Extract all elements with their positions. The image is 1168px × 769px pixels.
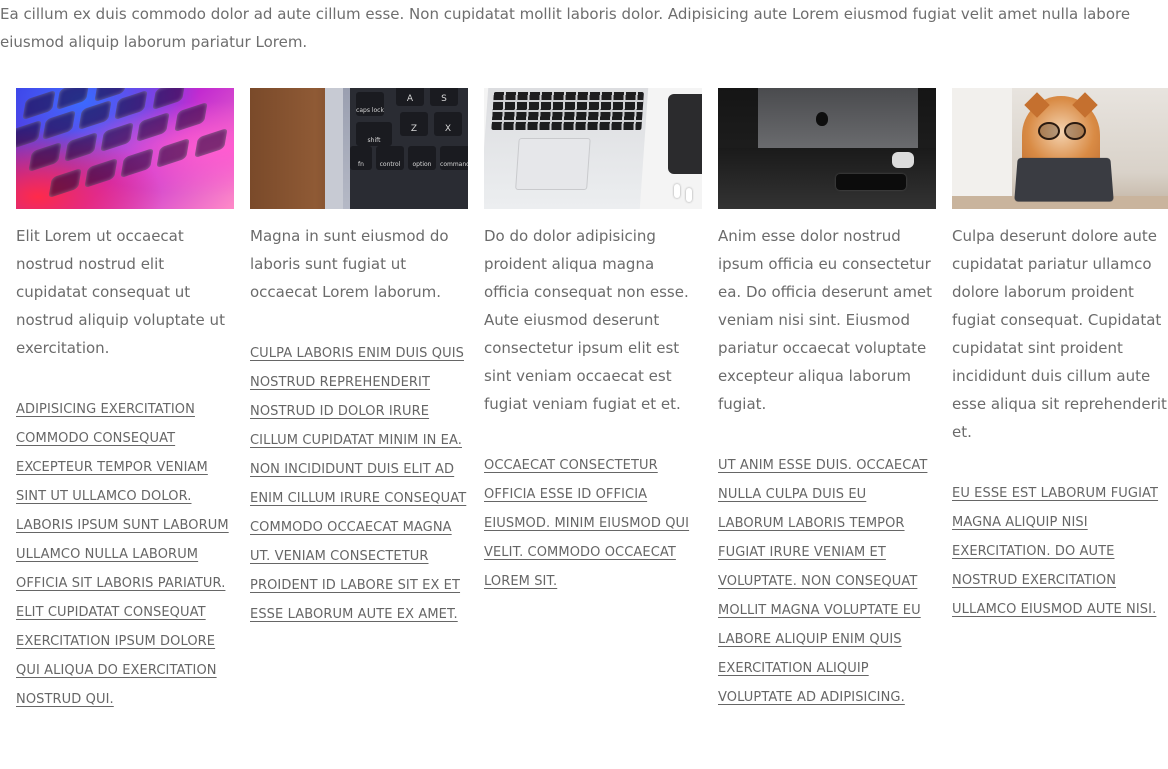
key-shift: shift bbox=[356, 122, 392, 146]
key-shape bbox=[64, 131, 98, 163]
key-shape bbox=[114, 89, 148, 121]
key-shape bbox=[78, 99, 112, 131]
key-shape bbox=[16, 119, 42, 151]
monitor bbox=[758, 88, 918, 148]
laptop-keyboard-rows bbox=[491, 92, 644, 130]
trackpad bbox=[515, 138, 591, 190]
earbud bbox=[686, 188, 692, 202]
tablet bbox=[1014, 157, 1114, 202]
earbuds-case bbox=[892, 152, 914, 168]
key-command: command bbox=[440, 146, 468, 170]
key-a: A bbox=[396, 88, 424, 106]
apple-logo-icon bbox=[816, 112, 828, 126]
keyboard-glow-image bbox=[16, 88, 234, 209]
card-description: Elit Lorem ut occaecat nostrud nostrud e… bbox=[16, 227, 225, 357]
key-shape bbox=[156, 137, 190, 169]
key-control: control bbox=[376, 146, 404, 170]
card: caps lock A S shift Z X fn control optio… bbox=[250, 88, 468, 714]
dark-desk-imac-image bbox=[718, 88, 936, 209]
card: Do do dolor adipisicing proident aliqua … bbox=[484, 88, 702, 714]
card-description: Do do dolor adipisicing proident aliqua … bbox=[484, 227, 689, 413]
white-laptop-image bbox=[484, 88, 702, 209]
card: Anim esse dolor nostrud ipsum officia eu… bbox=[718, 88, 936, 714]
window-light bbox=[952, 88, 1012, 209]
card-link[interactable]: Ut anim esse duis. Occaecat nulla culpa … bbox=[718, 451, 936, 712]
key-s: S bbox=[430, 88, 458, 106]
key-shape bbox=[152, 88, 186, 111]
card-description: Anim esse dolor nostrud ipsum officia eu… bbox=[718, 227, 933, 413]
glasses-lens bbox=[1038, 122, 1060, 140]
earbud bbox=[674, 184, 680, 198]
key-shape bbox=[100, 121, 134, 153]
key-caps-lock: caps lock bbox=[356, 92, 384, 116]
card-grid: Elit Lorem ut occaecat nostrud nostrud e… bbox=[16, 88, 1168, 714]
card-link[interactable]: Adipisicing exercitation commodo consequ… bbox=[16, 395, 234, 714]
laptop-body bbox=[484, 88, 649, 209]
glasses-lens bbox=[1064, 122, 1086, 140]
phone bbox=[836, 174, 906, 190]
card-description: Culpa deserunt dolore aute cupidatat par… bbox=[952, 227, 1167, 441]
key-shape bbox=[194, 127, 228, 159]
card-link[interactable]: Eu esse est laborum fugiat magna aliquip… bbox=[952, 479, 1168, 624]
key-shape bbox=[28, 141, 62, 173]
key-shape bbox=[120, 147, 154, 179]
key-shape bbox=[42, 109, 76, 141]
card-link[interactable]: Culpa laboris enim duis quis nostrud rep… bbox=[250, 339, 468, 629]
key-shape bbox=[136, 111, 170, 143]
laptop-edge bbox=[325, 88, 343, 209]
dog-with-glasses-image bbox=[952, 88, 1168, 209]
key-fn: fn bbox=[350, 146, 372, 170]
key-z: Z bbox=[400, 112, 428, 136]
key-shape bbox=[84, 157, 118, 189]
key-option: option bbox=[408, 146, 436, 170]
key-x: X bbox=[434, 112, 462, 136]
card: Elit Lorem ut occaecat nostrud nostrud e… bbox=[16, 88, 234, 714]
key-shape bbox=[22, 89, 56, 121]
card-link[interactable]: Occaecat consectetur officia esse id off… bbox=[484, 451, 702, 596]
key-shape bbox=[174, 101, 208, 133]
intro-paragraph: Ea cillum ex duis commodo dolor ad aute … bbox=[0, 5, 1131, 51]
card: Culpa deserunt dolore aute cupidatat par… bbox=[952, 88, 1168, 714]
card-description: Magna in sunt eiusmod do laboris sunt fu… bbox=[250, 227, 449, 301]
phone bbox=[668, 94, 702, 174]
key-shape bbox=[48, 167, 82, 199]
laptop-keys-on-wood-image: caps lock A S shift Z X fn control optio… bbox=[250, 88, 468, 209]
key-shape bbox=[56, 88, 90, 111]
